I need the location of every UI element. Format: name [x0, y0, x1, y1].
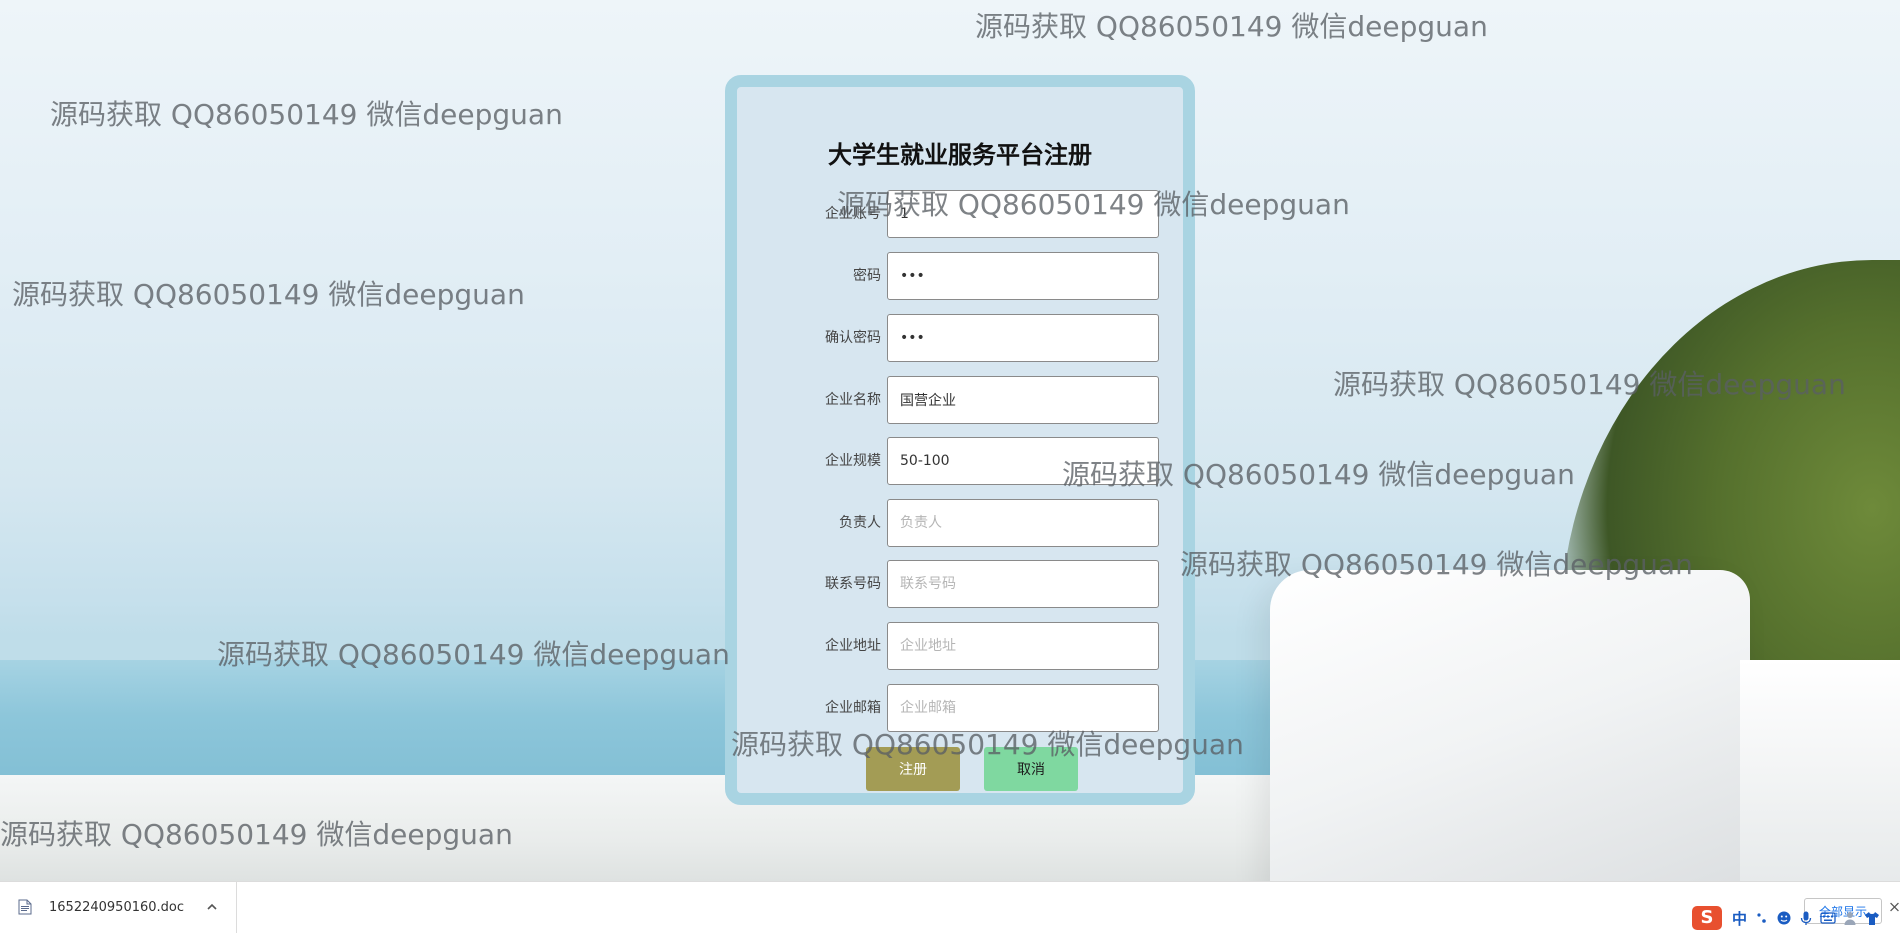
background-bench-block: [1740, 660, 1900, 881]
form-row-phone: 联系号码: [737, 560, 1183, 608]
phone-label: 联系号码: [825, 576, 881, 592]
skin-icon[interactable]: [1864, 910, 1880, 926]
form-row-company-name: 企业名称: [737, 376, 1183, 424]
password-label: 密码: [853, 268, 881, 284]
confirm-password-input[interactable]: [887, 314, 1159, 362]
microphone-icon[interactable]: [1798, 910, 1814, 926]
form-row-confirm-password: 确认密码: [737, 314, 1183, 362]
company-name-input[interactable]: [887, 376, 1159, 424]
address-input[interactable]: [887, 622, 1159, 670]
download-bar: 1652240950160.doc 全部显示: [0, 881, 1900, 933]
email-label: 企业邮箱: [825, 700, 881, 716]
background-bench: [1270, 570, 1750, 881]
phone-input[interactable]: [887, 560, 1159, 608]
account-input[interactable]: [887, 190, 1159, 238]
download-file-name: 1652240950160.doc: [49, 900, 185, 915]
company-size-label: 企业规模: [825, 453, 881, 469]
form-row-company-size: 企业规模: [737, 437, 1183, 485]
register-card: 大学生就业服务平台注册 企业账号 密码 确认密码 企业名称 企业规模 负责人 联…: [725, 75, 1195, 805]
ime-logo-icon[interactable]: S: [1692, 906, 1722, 930]
page-title: 大学生就业服务平台注册: [828, 141, 1092, 169]
keyboard-icon[interactable]: [1820, 910, 1836, 926]
user-icon[interactable]: [1842, 910, 1858, 926]
email-input[interactable]: [887, 684, 1159, 732]
form-row-address: 企业地址: [737, 622, 1183, 670]
register-button[interactable]: 注册: [866, 747, 960, 791]
contact-person-label: 负责人: [839, 515, 881, 531]
address-label: 企业地址: [825, 638, 881, 654]
form-row-contact-person: 负责人: [737, 499, 1183, 547]
contact-person-input[interactable]: [887, 499, 1159, 547]
company-name-label: 企业名称: [825, 392, 881, 408]
download-item[interactable]: 1652240950160.doc: [0, 882, 237, 933]
company-size-input[interactable]: [887, 437, 1159, 485]
document-icon: [18, 899, 32, 915]
punctuation-icon[interactable]: [1754, 910, 1770, 926]
account-label: 企业账号: [825, 206, 881, 222]
chevron-up-icon[interactable]: [206, 901, 218, 913]
cancel-button[interactable]: 取消: [984, 747, 1078, 791]
emoji-icon[interactable]: [1776, 910, 1792, 926]
confirm-password-label: 确认密码: [825, 330, 881, 346]
ime-toolbar: S 中: [1692, 904, 1900, 932]
form-row-account: 企业账号: [737, 190, 1183, 238]
form-row-email: 企业邮箱: [737, 684, 1183, 732]
form-row-password: 密码: [737, 252, 1183, 300]
ime-mode-indicator[interactable]: 中: [1732, 908, 1747, 929]
password-input[interactable]: [887, 252, 1159, 300]
